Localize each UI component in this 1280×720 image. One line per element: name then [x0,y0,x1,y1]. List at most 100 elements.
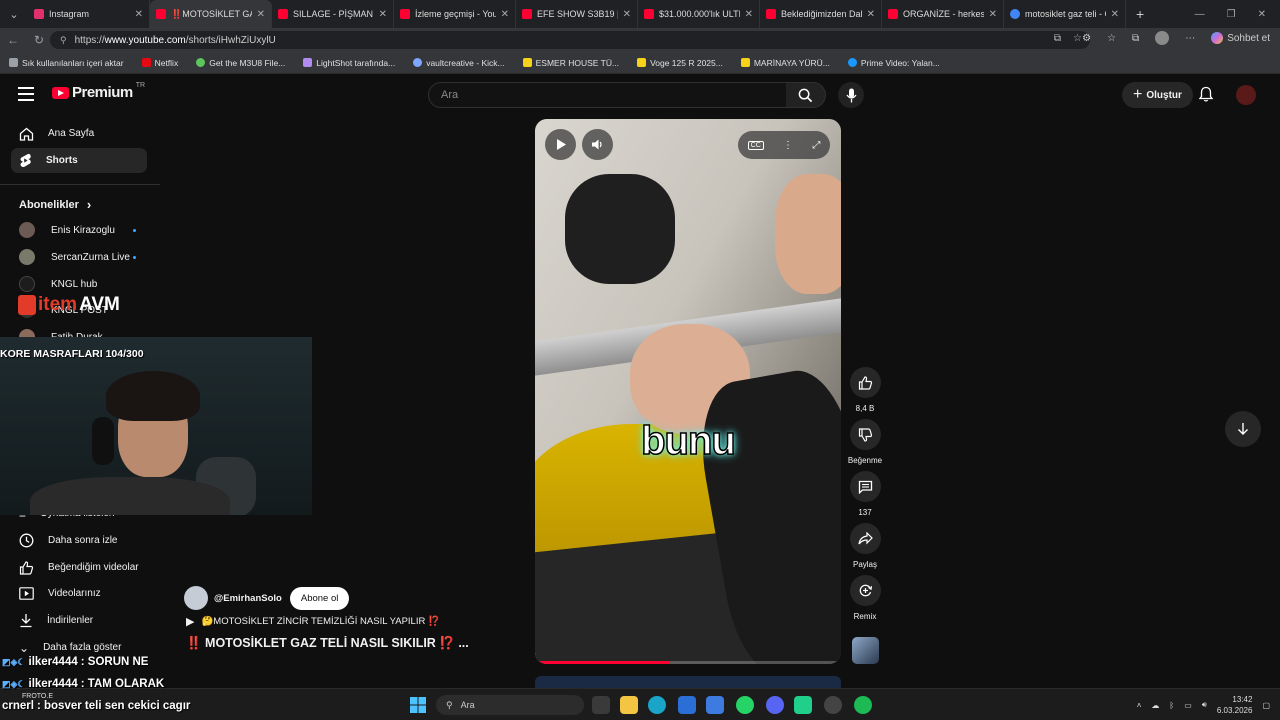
youtube-premium-logo[interactable]: Premium TR [52,82,145,101]
sidebar-item-liked-videos[interactable]: Beğendiğim videolar [11,555,147,580]
dislike-action[interactable]: Beğenme [846,419,884,465]
sidebar-item-your-videos[interactable]: Videolarınız [11,581,147,606]
edge-icon[interactable] [648,696,666,714]
tab-close-icon[interactable]: ✕ [623,9,631,20]
file-explorer-icon[interactable] [620,696,638,714]
volume-icon[interactable]: 🔊︎ [1202,700,1207,710]
tab-close-icon[interactable]: ✕ [1111,9,1119,20]
browser-tab[interactable]: ORGANİZE - herkes ken ✕ [882,0,1004,28]
bookmark[interactable]: ESMER HOUSE TÜ... [514,58,628,68]
related-video-link[interactable]: ▶ 🤔MOTOSİKLET ZİNCİR TEMİZLİĞİ NASIL YAP… [186,615,440,628]
comments-button[interactable] [849,471,881,502]
subscriptions-heading[interactable]: Abonelikler › [19,197,91,212]
share-action[interactable]: Paylaş [846,523,884,569]
remix-action[interactable]: Remix [846,575,884,621]
like-action[interactable]: 8,4 B [846,367,884,413]
create-button[interactable]: + Oluştur [1122,82,1193,108]
app-install-icon[interactable]: ⧉ [1054,33,1061,44]
bookmark[interactable]: MARİNAYA YÜRÜ... [732,58,839,68]
volume-button[interactable] [582,129,613,160]
back-arrow-icon[interactable]: ← [0,33,26,47]
cloud-icon[interactable]: ☁ [1151,701,1159,710]
tab-close-icon[interactable]: ✕ [379,9,387,20]
sidebar-item-home[interactable]: Ana Sayfa [11,121,147,146]
bookmark[interactable]: Netflix [133,58,188,68]
browser-tab[interactable]: motosiklet gaz teli - Go ✕ [1004,0,1126,28]
more-options-icon[interactable]: ⋮ [783,140,793,151]
search-input[interactable]: Ara [428,82,788,108]
browser-tab[interactable]: Beklediğimizden Daha S ✕ [760,0,882,28]
discord-icon[interactable] [766,696,784,714]
menu-icon[interactable] [18,87,34,101]
short-title[interactable]: ‼️ MOTOSİKLET GAZ TELİ NASIL SIKILIR ⁉️ … [186,636,469,651]
collections-icon[interactable]: ⧉ [1132,33,1139,44]
browser-tab[interactable]: $31.000.000'lık ULTRA LÜ ✕ [638,0,760,28]
profile-avatar[interactable] [1155,31,1170,45]
more-menu-icon[interactable]: ⋯ [1185,33,1195,44]
account-avatar[interactable] [1236,85,1256,105]
obs-icon[interactable] [824,696,842,714]
search-button[interactable] [786,82,826,108]
remix-button[interactable] [849,575,881,606]
site-info-icon[interactable]: ⚲ [60,35,67,46]
copilot-button[interactable]: Sohbet et [1211,32,1270,44]
sidebar-item-downloads[interactable]: İndirilenler [11,608,147,633]
favorites-icon[interactable]: ☆ [1107,33,1116,44]
bookmark[interactable]: Prime Video: Yalan... [839,58,949,68]
video-progress-bar[interactable] [535,661,841,664]
new-tab-button[interactable]: + [1126,6,1154,22]
sidebar-item-shorts[interactable]: Shorts [11,148,147,173]
bookmark[interactable]: Voge 125 R 2025... [628,58,732,68]
bookmark[interactable]: Get the M3U8 File... [187,58,294,68]
subscribe-button[interactable]: Abone ol [289,586,350,610]
favorite-star-icon[interactable]: ☆ [1073,33,1082,44]
restore-icon[interactable]: ❐ [1227,9,1236,20]
tab-close-icon[interactable]: ✕ [989,9,997,20]
mail-icon[interactable] [706,696,724,714]
next-short-preview[interactable] [535,676,841,688]
dislike-button[interactable] [849,419,881,450]
browser-tab-active[interactable]: ‼️MOTOSİKLET GAZ TELİ ✕ [150,0,272,28]
audio-track-thumbnail[interactable] [852,637,879,664]
network-icon[interactable]: ▭ [1184,701,1192,710]
tab-close-icon[interactable]: ✕ [745,9,753,20]
notifications-icon[interactable]: ▢ [1262,701,1270,710]
browser-tab[interactable]: SILLAGE - PİŞMAN DEĞİ ✕ [272,0,394,28]
sidebar-channel[interactable]: KNGL hub [19,274,97,294]
browser-tab[interactable]: İzleme geçmişi - YouTub ✕ [394,0,516,28]
channel-handle[interactable]: @EmirhanSolo [214,593,282,604]
bookmark[interactable]: LightShot tarafında... [294,58,404,68]
reload-icon[interactable]: ↻ [26,33,52,47]
windows-start-icon[interactable] [410,697,426,713]
bookmark[interactable]: Sık kullanılanları içeri aktar [0,58,133,68]
tab-actions-chevron-icon[interactable]: ⌄ [0,0,28,28]
tab-close-icon[interactable]: ✕ [135,9,143,20]
captions-icon[interactable]: CC [747,140,764,150]
url-field[interactable]: ⚲ https://www.youtube.com/shorts/iHwhZiU… [50,31,1090,49]
store-icon[interactable] [678,696,696,714]
taskbar-search[interactable]: ⚲ Ara [436,695,584,715]
sidebar-channel[interactable]: SercanZurna Live [19,247,136,267]
tray-overflow-icon[interactable]: ˄ [1137,701,1142,710]
minimize-icon[interactable]: — [1195,9,1205,20]
extensions-icon[interactable]: ⚙ [1082,33,1091,44]
channel-avatar[interactable] [184,586,208,610]
app-icon[interactable] [794,696,812,714]
whatsapp-icon[interactable] [736,696,754,714]
comments-action[interactable]: 137 [846,471,884,517]
tab-close-icon[interactable]: ✕ [501,9,509,20]
clock[interactable]: 13:42 6.03.2026 [1217,694,1253,716]
bluetooth-icon[interactable]: ᛒ [1169,701,1174,710]
voice-search-button[interactable] [838,82,864,108]
bookmark[interactable]: vaultcreative - Kick... [404,58,513,68]
next-short-button[interactable] [1225,411,1261,447]
spotify-icon[interactable] [854,696,872,714]
notifications-bell-icon[interactable] [1198,86,1214,108]
shorts-video-player[interactable]: bunu CC ⋮ ⤢ [535,119,841,664]
like-button[interactable] [849,367,881,398]
task-view-icon[interactable] [592,696,610,714]
close-window-icon[interactable]: ✕ [1258,9,1266,20]
tab-close-icon[interactable]: ✕ [257,9,265,20]
tab-close-icon[interactable]: ✕ [867,9,875,20]
browser-tab[interactable]: Instagram ✕ [28,0,150,28]
